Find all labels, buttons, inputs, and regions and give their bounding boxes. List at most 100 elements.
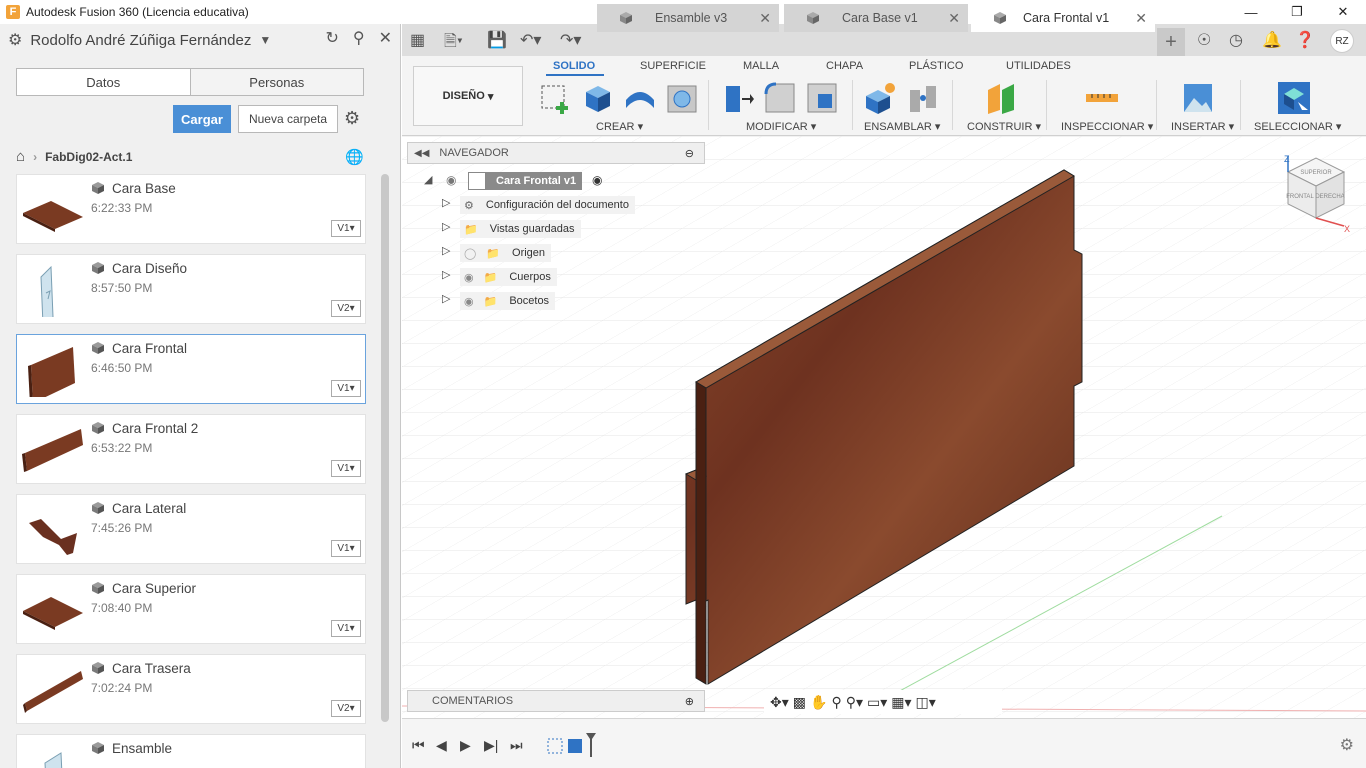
activate-radio-icon[interactable]: ◉: [592, 173, 602, 187]
go-to-end-icon[interactable]: ⏭: [510, 737, 523, 754]
file-menu-icon[interactable]: 🗎▾: [444, 30, 463, 57]
joint-icon[interactable]: [906, 80, 942, 116]
tab-solido[interactable]: SOLIDO: [553, 60, 595, 72]
maximize-button[interactable]: ❐: [1274, 0, 1320, 24]
list-item[interactable]: Cara Superior 7:08:40 PM V1 ▾: [16, 574, 366, 644]
grid-settings-icon[interactable]: ▦▾: [891, 694, 911, 711]
visibility-eye-icon[interactable]: ◉: [464, 295, 474, 308]
zoom-icon[interactable]: ⚲: [831, 694, 841, 711]
viewports-icon[interactable]: ◫▾: [916, 694, 936, 711]
group-ensamblar[interactable]: ENSAMBLAR ▾: [864, 120, 940, 133]
play-icon[interactable]: ▶: [460, 737, 471, 754]
user-name[interactable]: Rodolfo André Zúñiga Fernández: [30, 32, 251, 49]
new-component-icon[interactable]: [862, 80, 898, 116]
minimize-button[interactable]: —: [1228, 0, 1274, 24]
fit-icon[interactable]: ⚲▾: [846, 694, 863, 711]
version-badge[interactable]: V1 ▾: [331, 220, 361, 237]
step-forward-icon[interactable]: ▶|: [484, 737, 498, 754]
home-icon[interactable]: ⌂: [16, 148, 25, 165]
collapse-browser-icon[interactable]: ◀◀: [414, 148, 429, 159]
tree-item-origin[interactable]: ◯ 📁 Origen: [460, 244, 552, 262]
group-inspeccionar[interactable]: INSPECCIONAR ▾: [1061, 120, 1153, 133]
extensions-icon[interactable]: ☉: [1197, 30, 1211, 50]
redo-icon[interactable]: ↷▾: [560, 30, 581, 50]
tab-personas[interactable]: Personas: [189, 69, 363, 95]
close-window-button[interactable]: ✕: [1320, 0, 1366, 24]
globe-icon[interactable]: 🌐: [345, 148, 364, 166]
tree-expand-icon[interactable]: ▷: [442, 268, 450, 281]
group-seleccionar[interactable]: SELECCIONAR ▾: [1254, 120, 1341, 133]
insert-image-icon[interactable]: [1180, 80, 1216, 116]
tree-expand-icon[interactable]: ▷: [442, 196, 450, 209]
tree-expand-icon[interactable]: ▷: [442, 244, 450, 257]
upload-button[interactable]: Cargar: [173, 105, 231, 133]
list-item[interactable]: Ensamble: [16, 734, 366, 768]
job-status-icon[interactable]: ◷: [1229, 30, 1243, 50]
timeline-settings-gear-icon[interactable]: ⚙: [1340, 735, 1354, 755]
list-item[interactable]: Cara Base 6:22:33 PM V1 ▾: [16, 174, 366, 244]
create-sketch-icon[interactable]: [538, 80, 574, 116]
shell-icon[interactable]: [804, 80, 840, 116]
tree-item-bodies[interactable]: ◉ 📁 Cuerpos: [460, 268, 557, 286]
list-item[interactable]: Cara Diseño 8:57:50 PM V2 ▾: [16, 254, 366, 324]
pan-hand-icon[interactable]: ✋: [810, 694, 827, 711]
tab-superficie[interactable]: SUPERFICIE: [640, 60, 706, 72]
hidden-eye-icon[interactable]: ◯: [464, 247, 476, 260]
tree-item-settings[interactable]: ⚙ Configuración del documento: [460, 196, 635, 214]
list-item[interactable]: Cara Frontal 6:46:50 PM V1 ▾: [16, 334, 366, 404]
look-at-icon[interactable]: ▩: [793, 694, 806, 711]
tab-chapa[interactable]: CHAPA: [826, 60, 863, 72]
list-item[interactable]: Cara Lateral 7:45:26 PM V1 ▾: [16, 494, 366, 564]
minus-circle-icon[interactable]: ⊖: [685, 147, 694, 160]
comments-panel[interactable]: COMENTARIOS ⊕: [407, 690, 705, 712]
group-insertar[interactable]: INSERTAR ▾: [1171, 120, 1234, 133]
extrude-icon[interactable]: [580, 80, 616, 116]
search-icon[interactable]: ⚲: [353, 28, 365, 48]
close-tab-icon[interactable]: ✕: [1135, 10, 1147, 27]
canvas-viewport[interactable]: ◀◀ NAVEGADOR ⊖ Cara Frontal v1 ◢ ◉ ◉ ⚙ C…: [402, 136, 1366, 718]
visibility-eye-icon[interactable]: ◉: [464, 271, 474, 284]
help-icon[interactable]: ❓: [1295, 30, 1315, 50]
press-pull-icon[interactable]: [720, 80, 756, 116]
version-badge[interactable]: V1 ▾: [331, 620, 361, 637]
version-badge[interactable]: V1 ▾: [331, 540, 361, 557]
offset-plane-icon[interactable]: [984, 80, 1020, 116]
group-modificar[interactable]: MODIFICAR ▾: [746, 120, 816, 133]
version-badge[interactable]: V1 ▾: [331, 460, 361, 477]
tab-datos[interactable]: Datos: [17, 69, 190, 95]
go-to-start-icon[interactable]: ⏮: [412, 737, 425, 754]
chevron-down-icon[interactable]: ▼: [259, 33, 271, 47]
tab-plastico[interactable]: PLÁSTICO: [909, 60, 963, 72]
save-icon[interactable]: 💾: [487, 30, 507, 50]
refresh-icon[interactable]: ↻: [325, 28, 338, 48]
tree-expand-icon[interactable]: ▷: [442, 220, 450, 233]
version-badge[interactable]: V1 ▾: [331, 380, 361, 397]
fillet-icon[interactable]: [762, 80, 798, 116]
tree-item-sketches[interactable]: ◉ 📁 Bocetos: [460, 292, 556, 310]
tab-ensamble[interactable]: Ensamble v3 ✕: [597, 4, 779, 32]
list-item[interactable]: Cara Trasera 7:02:24 PM V2 ▾: [16, 654, 366, 724]
revolve-icon[interactable]: [622, 80, 658, 116]
display-settings-icon[interactable]: ▭▾: [867, 694, 887, 711]
tree-item-views[interactable]: 📁 Vistas guardadas: [460, 220, 581, 238]
tree-collapse-icon[interactable]: ◢: [424, 173, 432, 186]
tab-malla[interactable]: MALLA: [743, 60, 779, 72]
file-list-scrollbar[interactable]: [381, 174, 389, 722]
version-badge[interactable]: V2 ▾: [331, 700, 361, 717]
tab-cara-base[interactable]: Cara Base v1 ✕: [784, 4, 968, 32]
step-back-icon[interactable]: ◀: [436, 737, 447, 754]
gear-icon[interactable]: ⚙: [344, 108, 360, 129]
tree-expand-icon[interactable]: ▷: [442, 292, 450, 305]
close-tab-icon[interactable]: ✕: [948, 10, 960, 27]
workspace-switcher[interactable]: DISEÑO ▾: [413, 66, 523, 126]
undo-icon[interactable]: ↶▾: [520, 30, 541, 50]
orbit-icon[interactable]: ✥▾: [770, 694, 789, 711]
app-grid-icon[interactable]: ▦: [410, 30, 425, 50]
breadcrumb-project[interactable]: FabDig02-Act.1: [45, 150, 132, 164]
version-badge[interactable]: V2 ▾: [331, 300, 361, 317]
close-panel-icon[interactable]: ✕: [379, 28, 392, 48]
add-comment-icon[interactable]: ⊕: [685, 695, 694, 708]
visibility-eye-icon[interactable]: ◉: [446, 173, 456, 187]
measure-icon[interactable]: [1084, 80, 1120, 116]
hole-icon[interactable]: [664, 80, 700, 116]
